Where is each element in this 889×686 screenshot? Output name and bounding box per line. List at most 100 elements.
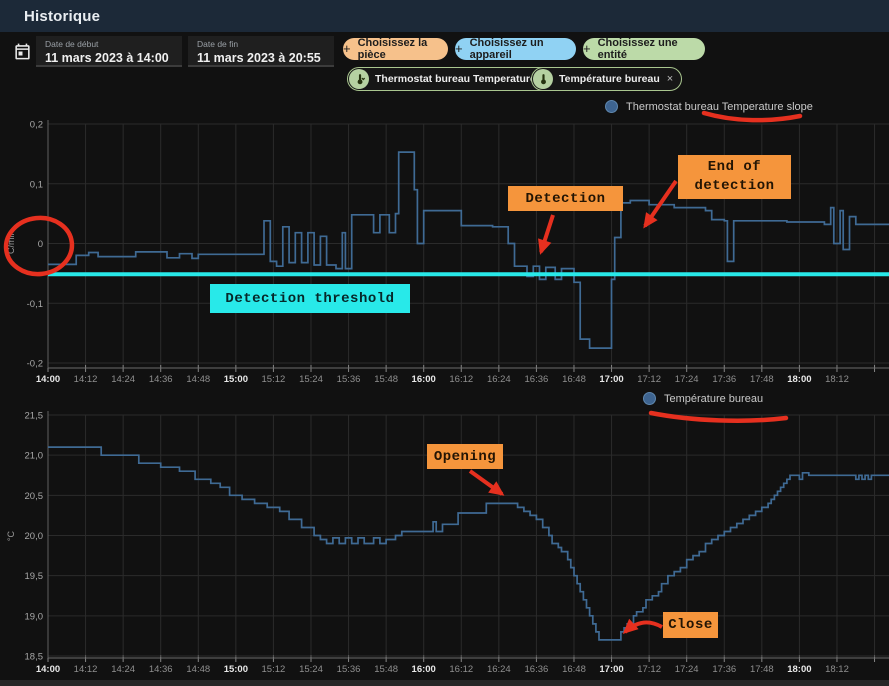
svg-text:15:36: 15:36 <box>337 664 361 675</box>
date-end-field[interactable]: Date de fin 11 mars 2023 à 20:55 <box>188 36 334 67</box>
svg-text:17:48: 17:48 <box>750 374 774 385</box>
choose-entity-label: Choisissez une entité <box>598 37 705 61</box>
svg-text:20,0: 20,0 <box>25 531 44 542</box>
svg-text:16:24: 16:24 <box>487 664 511 675</box>
annotation-threshold-label: Detection threshold <box>225 291 394 307</box>
plus-icon: + <box>583 41 591 56</box>
svg-text:16:48: 16:48 <box>562 664 586 675</box>
plus-icon: + <box>455 41 463 56</box>
svg-text:14:00: 14:00 <box>36 664 60 675</box>
svg-text:17:00: 17:00 <box>599 664 623 675</box>
calendar-icon[interactable] <box>10 39 34 63</box>
svg-text:0: 0 <box>38 239 43 250</box>
close-icon[interactable]: × <box>667 73 673 85</box>
svg-text:16:12: 16:12 <box>449 664 473 675</box>
svg-text:16:36: 16:36 <box>525 374 549 385</box>
legend-label: Thermostat bureau Temperature slope <box>626 101 813 113</box>
svg-text:17:36: 17:36 <box>712 664 736 675</box>
svg-text:-0,1: -0,1 <box>27 299 43 310</box>
svg-text:17:36: 17:36 <box>712 374 736 385</box>
legend-temperature-bureau[interactable]: Température bureau <box>643 392 763 405</box>
entity-chip-label: Température bureau <box>559 73 660 85</box>
annotation-close: Close <box>663 612 718 638</box>
svg-text:14:36: 14:36 <box>149 374 173 385</box>
svg-text:16:36: 16:36 <box>525 664 549 675</box>
date-end-value: 11 mars 2023 à 20:55 <box>197 51 334 65</box>
svg-text:15:12: 15:12 <box>262 664 286 675</box>
svg-text:18:12: 18:12 <box>825 664 849 675</box>
svg-text:14:12: 14:12 <box>74 374 98 385</box>
annotation-end-label: End of detection <box>694 158 774 196</box>
date-start-label: Date de début <box>45 39 182 49</box>
svg-text:16:12: 16:12 <box>449 374 473 385</box>
annotation-end-of-detection: End of detection <box>678 155 791 199</box>
svg-text:°C: °C <box>6 530 16 541</box>
svg-text:17:12: 17:12 <box>637 374 661 385</box>
svg-text:16:24: 16:24 <box>487 374 511 385</box>
annotation-opening-label: Opening <box>434 449 496 465</box>
svg-text:14:48: 14:48 <box>186 374 210 385</box>
annotation-detection: Detection <box>508 186 623 211</box>
legend-dot-icon <box>643 392 656 405</box>
svg-text:14:00: 14:00 <box>36 374 60 385</box>
svg-text:16:00: 16:00 <box>412 374 436 385</box>
annotation-opening: Opening <box>427 444 503 469</box>
svg-text:18:12: 18:12 <box>825 374 849 385</box>
plus-icon: + <box>343 41 351 56</box>
annotation-detection-label: Detection <box>525 191 605 207</box>
svg-text:14:24: 14:24 <box>111 664 135 675</box>
svg-text:19,5: 19,5 <box>25 571 44 582</box>
bottom-scrollbar-track[interactable] <box>0 680 889 686</box>
svg-text:20,5: 20,5 <box>25 491 44 502</box>
thermometer-chevron-down-icon <box>349 69 369 89</box>
svg-text:15:24: 15:24 <box>299 374 323 385</box>
svg-text:15:48: 15:48 <box>374 664 398 675</box>
choose-area-label: Choisissez la pièce <box>358 37 448 61</box>
svg-text:0,2: 0,2 <box>30 120 43 131</box>
app-header: Historique <box>0 0 889 32</box>
svg-text:15:48: 15:48 <box>374 374 398 385</box>
svg-text:15:12: 15:12 <box>262 374 286 385</box>
choose-device-label: Choisissez un appareil <box>470 37 576 61</box>
choose-entity-chip[interactable]: + Choisissez une entité <box>583 38 705 60</box>
legend-temperature-slope[interactable]: Thermostat bureau Temperature slope <box>605 100 813 113</box>
svg-text:18,5: 18,5 <box>25 652 44 663</box>
svg-text:14:48: 14:48 <box>186 664 210 675</box>
annotation-close-label: Close <box>668 617 713 633</box>
svg-text:°C/min: °C/min <box>6 230 16 257</box>
annotation-detection-threshold: Detection threshold <box>210 284 410 313</box>
svg-text:15:00: 15:00 <box>224 664 248 675</box>
svg-text:0,1: 0,1 <box>30 179 43 190</box>
annotation-end-line1: End of <box>694 158 774 177</box>
date-end-label: Date de fin <box>197 39 334 49</box>
svg-text:-0,2: -0,2 <box>27 359 43 370</box>
legend-label: Température bureau <box>664 393 763 405</box>
date-start-field[interactable]: Date de début 11 mars 2023 à 14:00 <box>36 36 182 67</box>
svg-text:21,0: 21,0 <box>25 451 44 462</box>
calendar-icon-glyph <box>13 42 32 61</box>
svg-text:15:24: 15:24 <box>299 664 323 675</box>
svg-text:16:00: 16:00 <box>412 664 436 675</box>
svg-text:19,0: 19,0 <box>25 611 44 622</box>
svg-text:17:12: 17:12 <box>637 664 661 675</box>
choose-device-chip[interactable]: + Choisissez un appareil <box>455 38 576 60</box>
date-start-value: 11 mars 2023 à 14:00 <box>45 51 182 65</box>
svg-text:14:24: 14:24 <box>111 374 135 385</box>
svg-text:16:48: 16:48 <box>562 374 586 385</box>
thermometer-icon <box>533 69 553 89</box>
page-title: Historique <box>24 8 100 25</box>
svg-text:14:36: 14:36 <box>149 664 173 675</box>
annotation-end-line2: detection <box>694 177 774 196</box>
svg-text:15:00: 15:00 <box>224 374 248 385</box>
svg-text:18:00: 18:00 <box>787 374 811 385</box>
svg-text:14:12: 14:12 <box>74 664 98 675</box>
legend-dot-icon <box>605 100 618 113</box>
svg-text:21,5: 21,5 <box>25 411 44 422</box>
svg-text:18:00: 18:00 <box>787 664 811 675</box>
entity-chip-temperature-bureau[interactable]: Température bureau × <box>531 67 682 91</box>
svg-text:17:24: 17:24 <box>675 374 699 385</box>
svg-text:17:00: 17:00 <box>599 374 623 385</box>
svg-text:17:48: 17:48 <box>750 664 774 675</box>
svg-text:15:36: 15:36 <box>337 374 361 385</box>
choose-area-chip[interactable]: + Choisissez la pièce <box>343 38 448 60</box>
